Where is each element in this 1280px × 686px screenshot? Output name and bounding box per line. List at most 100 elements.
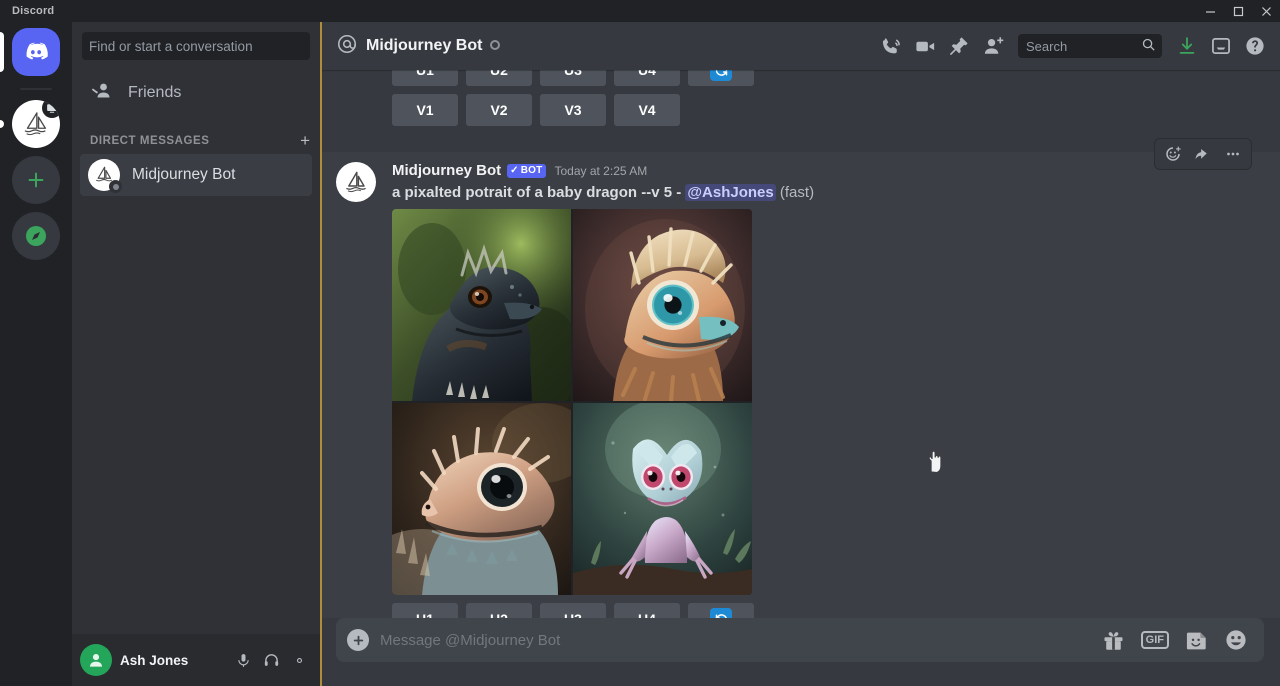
list-item-label: Midjourney Bot [132,166,236,183]
create-dm-button[interactable]: + [300,132,310,149]
conversation-search-placeholder: Find or start a conversation [89,38,253,54]
user-panel-actions [230,647,312,673]
upscale-button-u3[interactable]: U3 [540,70,606,86]
message-prompt: a pixalted potrait of a baby dragon --v … [392,184,673,201]
message-author[interactable]: Midjourney Bot [392,162,501,180]
user-mention[interactable]: @AshJones [685,184,776,201]
message-input-placeholder: Message @Midjourney Bot [380,631,561,649]
sidebar-item-friends[interactable]: Friends [80,72,312,114]
grid-image-2[interactable] [573,209,752,401]
add-person-icon[interactable] [976,29,1010,63]
reroll-icon [710,70,732,81]
window-controls [1196,0,1280,22]
avatar[interactable] [336,162,376,202]
upscale-button-u3[interactable]: U3 [540,603,606,618]
inbox-icon[interactable] [1204,29,1238,63]
phone-call-icon[interactable] [874,29,908,63]
sidebar-item-midjourney-bot[interactable]: Midjourney Bot [80,154,312,196]
direct-messages-label: DIRECT MESSAGES [90,134,210,147]
rail-item-explore[interactable] [0,212,72,260]
topbar-actions: Search [874,29,1272,63]
message-timestamp: Today at 2:25 AM [554,163,648,178]
reroll-button[interactable] [688,603,754,618]
direct-messages-header: DIRECT MESSAGES + [72,114,320,154]
message-separator: - [676,184,682,201]
microphone-icon[interactable] [230,647,256,673]
rail-item-midjourney[interactable] [0,100,72,148]
app-brand-label: Discord [12,5,55,17]
download-arrow-icon[interactable] [1170,29,1204,63]
minimize-button[interactable] [1196,0,1224,22]
message-composer: Message @Midjourney Bot GIF [320,618,1280,686]
add-reaction-icon[interactable] [1159,140,1187,168]
conversation-search-row: Find or start a conversation [72,22,320,68]
status-badge [109,180,122,193]
unread-indicator-pill [0,120,4,128]
rail-divider [20,88,52,90]
maximize-button[interactable] [1224,0,1252,22]
message-input[interactable]: Message @Midjourney Bot GIF [336,618,1264,662]
rail-item-add-server[interactable] [0,156,72,204]
gif-label: GIF [1140,630,1169,650]
pin-icon[interactable] [942,29,976,63]
variation-button-v1[interactable]: V1 [392,94,458,126]
message-hover-toolbar [1154,138,1252,170]
search-placeholder: Search [1026,38,1068,54]
close-button[interactable] [1252,0,1280,22]
variation-button-v3[interactable]: V3 [540,94,606,126]
help-circle-icon[interactable] [1238,29,1272,63]
verified-check-icon: ✓ [510,165,519,176]
reroll-button[interactable] [688,70,754,86]
upscale-button-u2[interactable]: U2 [466,70,532,86]
upscale-button-u4[interactable]: U4 [614,70,680,86]
rail-item-home[interactable] [0,28,72,76]
variation-button-v4[interactable]: V4 [614,94,680,126]
video-camera-icon[interactable] [908,29,942,63]
plus-icon [347,629,369,651]
gif-icon[interactable]: GIF [1140,630,1169,650]
search-input[interactable]: Search [1018,34,1162,58]
emoji-icon[interactable] [1224,628,1248,652]
headset-icon[interactable] [258,647,284,673]
attach-file-button[interactable] [336,618,380,662]
gift-icon[interactable] [1102,629,1125,652]
reply-arrow-icon[interactable] [1189,140,1217,168]
app-body: Find or start a conversation Friends DIR… [0,22,1280,686]
grid-image-3[interactable] [392,403,571,595]
discord-logo-icon [12,28,60,76]
avatar[interactable] [80,644,112,676]
image-grid[interactable] [392,209,752,595]
upscale-button-u4[interactable]: U4 [614,603,680,618]
user-panel: Ash Jones [72,634,320,686]
dm-sidebar: Find or start a conversation Friends DIR… [72,22,320,686]
upscale-button-u2[interactable]: U2 [466,603,532,618]
upscale-button-u1[interactable]: U1 [392,603,458,618]
gear-icon[interactable] [286,647,312,673]
current-user-name: Ash Jones [120,652,189,668]
at-mention-icon [336,33,358,60]
message-mode-note: (fast) [779,184,815,201]
active-indicator-pill [0,32,4,72]
composer-actions: GIF [1102,628,1248,652]
annotation-line [320,22,322,686]
message-content: a pixalted potrait of a baby dragon --v … [392,184,1264,201]
sticker-icon[interactable] [1185,629,1208,652]
status-badge: ✓ BOT [507,164,547,178]
variation-button-v2[interactable]: V2 [466,94,532,126]
ellipsis-icon[interactable] [1219,140,1247,168]
grid-image-4[interactable] [573,403,752,595]
upscale-button-row: U1 U2 U3 U4 [392,70,1264,86]
search-icon [1141,37,1156,55]
message-list[interactable]: U1 U2 U3 U4 V1 V2 V3 V4 Midjourney Bot ✓… [320,70,1280,618]
channel-title: Midjourney Bot [336,33,501,60]
discord-window: Discord Find or start a conversation Fri… [0,0,1280,686]
conversation-search-input[interactable]: Find or start a conversation [82,32,310,60]
grid-image-1[interactable] [392,209,571,401]
status-badge [490,37,501,55]
screen-share-badge-icon [42,100,60,118]
message-item: Midjourney Bot ✓ BOT Today at 2:25 AM a … [320,138,1280,618]
compass-icon [12,212,60,260]
upscale-button-u1[interactable]: U1 [392,70,458,86]
message-scroller: U1 U2 U3 U4 V1 V2 V3 V4 Midjourney Bot ✓… [320,70,1280,618]
avatar [88,159,122,193]
